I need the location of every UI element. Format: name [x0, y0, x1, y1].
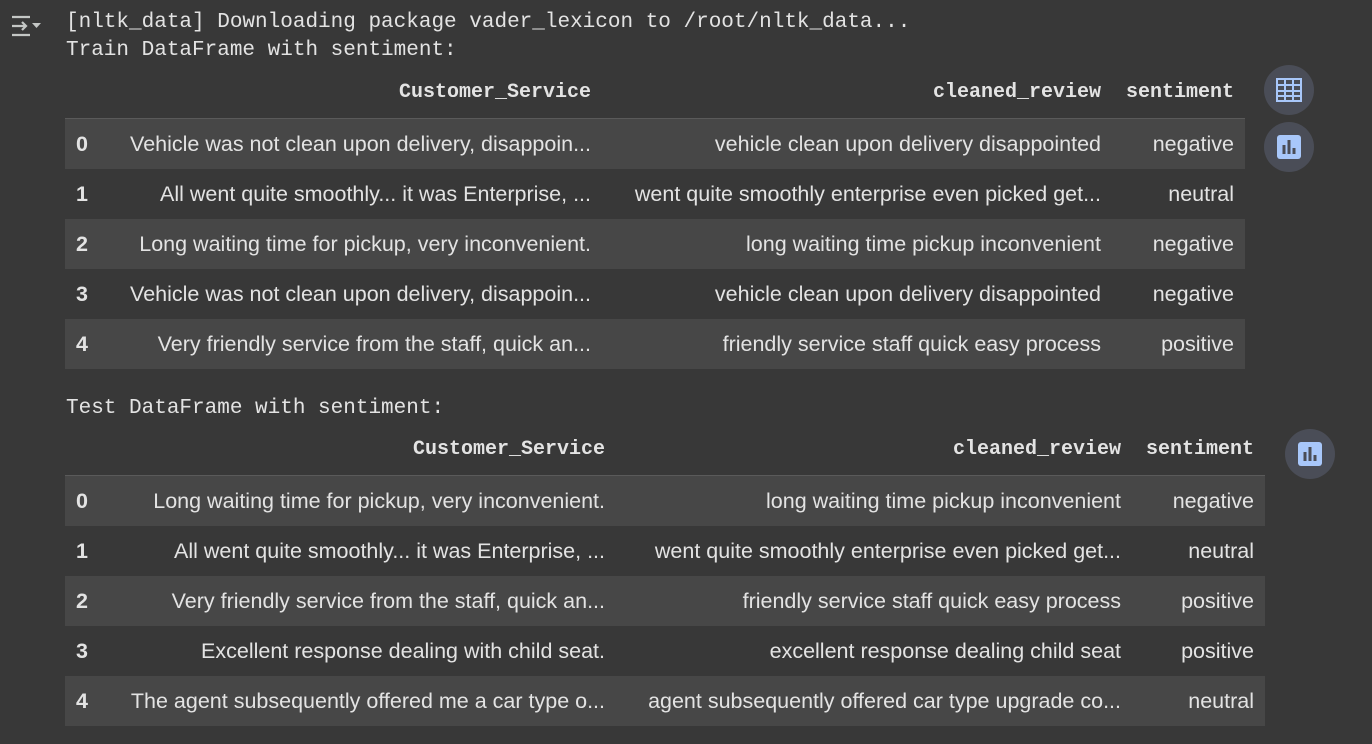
row-index: 3: [65, 269, 100, 319]
cell-customer-service: Excellent response dealing with child se…: [100, 626, 616, 676]
table-row: 3 Excellent response dealing with child …: [65, 626, 1265, 676]
train-dataframe: Customer_Service cleaned_review sentimen…: [65, 66, 1245, 369]
cell-sentiment: negative: [1132, 475, 1265, 526]
row-index: 2: [65, 576, 100, 626]
column-header: sentiment: [1132, 423, 1265, 476]
cell-customer-service: Vehicle was not clean upon delivery, dis…: [100, 118, 602, 169]
index-header: [65, 423, 100, 476]
index-header: [65, 66, 100, 119]
table-convert-icon: [1276, 78, 1302, 102]
bar-chart-icon: [1277, 135, 1301, 159]
table-row: 1 All went quite smoothly... it was Ente…: [65, 526, 1265, 576]
table-row: 3 Vehicle was not clean upon delivery, d…: [65, 269, 1245, 319]
train-title: Train DataFrame with sentiment:: [66, 39, 457, 62]
suggest-charts-button[interactable]: [1285, 429, 1335, 479]
cell-cleaned-review: went quite smoothly enterprise even pick…: [602, 169, 1112, 219]
cell-customer-service: Vehicle was not clean upon delivery, dis…: [100, 269, 602, 319]
table-header-row: Customer_Service cleaned_review sentimen…: [65, 423, 1265, 476]
cell-sentiment: negative: [1112, 219, 1245, 269]
table-row: 2 Very friendly service from the staff, …: [65, 576, 1265, 626]
table-header-row: Customer_Service cleaned_review sentimen…: [65, 66, 1245, 119]
cell-sentiment: positive: [1112, 319, 1245, 369]
cell-customer-service: All went quite smoothly... it was Enterp…: [100, 526, 616, 576]
cell-cleaned-review: vehicle clean upon delivery disappointed: [602, 269, 1112, 319]
cell-customer-service: All went quite smoothly... it was Enterp…: [100, 169, 602, 219]
cell-sentiment: positive: [1132, 576, 1265, 626]
column-header: sentiment: [1112, 66, 1245, 119]
table-row: 0 Vehicle was not clean upon delivery, d…: [65, 118, 1245, 169]
cell-customer-service: Very friendly service from the staff, qu…: [100, 576, 616, 626]
cell-sentiment: neutral: [1132, 526, 1265, 576]
table-row: 2 Long waiting time for pickup, very inc…: [65, 219, 1245, 269]
cell-sentiment: negative: [1112, 118, 1245, 169]
cell-cleaned-review: excellent response dealing child seat: [616, 626, 1132, 676]
convert-to-interactive-table-button[interactable]: [1264, 65, 1314, 115]
table-row: 1 All went quite smoothly... it was Ente…: [65, 169, 1245, 219]
row-index: 4: [65, 676, 100, 726]
row-index: 2: [65, 219, 100, 269]
cell-sentiment: positive: [1132, 626, 1265, 676]
output-toggle-icon[interactable]: [10, 12, 44, 40]
row-index: 0: [65, 475, 100, 526]
cell-customer-service: The agent subsequently offered me a car …: [100, 676, 616, 726]
suggest-charts-button[interactable]: [1264, 122, 1314, 172]
row-index: 1: [65, 526, 100, 576]
cell-sentiment: negative: [1112, 269, 1245, 319]
cell-cleaned-review: agent subsequently offered car type upgr…: [616, 676, 1132, 726]
row-index: 0: [65, 118, 100, 169]
row-index: 4: [65, 319, 100, 369]
cell-cleaned-review: long waiting time pickup inconvenient: [616, 475, 1132, 526]
cell-sentiment: neutral: [1112, 169, 1245, 219]
row-index: 3: [65, 626, 100, 676]
cell-customer-service: Long waiting time for pickup, very incon…: [100, 219, 602, 269]
column-header: Customer_Service: [100, 66, 602, 119]
table-row: 0 Long waiting time for pickup, very inc…: [65, 475, 1265, 526]
download-log-line: [nltk_data] Downloading package vader_le…: [66, 11, 911, 34]
cell-customer-service: Very friendly service from the staff, qu…: [100, 319, 602, 369]
column-header: Customer_Service: [100, 423, 616, 476]
bar-chart-icon: [1298, 442, 1322, 466]
cell-cleaned-review: friendly service staff quick easy proces…: [616, 576, 1132, 626]
cell-customer-service: Long waiting time for pickup, very incon…: [100, 475, 616, 526]
cell-sentiment: neutral: [1132, 676, 1265, 726]
cell-cleaned-review: long waiting time pickup inconvenient: [602, 219, 1112, 269]
test-title: Test DataFrame with sentiment:: [66, 397, 445, 420]
cell-cleaned-review: went quite smoothly enterprise even pick…: [616, 526, 1132, 576]
column-header: cleaned_review: [616, 423, 1132, 476]
table-row: 4 Very friendly service from the staff, …: [65, 319, 1245, 369]
column-header: cleaned_review: [602, 66, 1112, 119]
table-row: 4 The agent subsequently offered me a ca…: [65, 676, 1265, 726]
cell-cleaned-review: vehicle clean upon delivery disappointed: [602, 118, 1112, 169]
row-index: 1: [65, 169, 100, 219]
test-dataframe: Customer_Service cleaned_review sentimen…: [65, 423, 1265, 726]
cell-cleaned-review: friendly service staff quick easy proces…: [602, 319, 1112, 369]
